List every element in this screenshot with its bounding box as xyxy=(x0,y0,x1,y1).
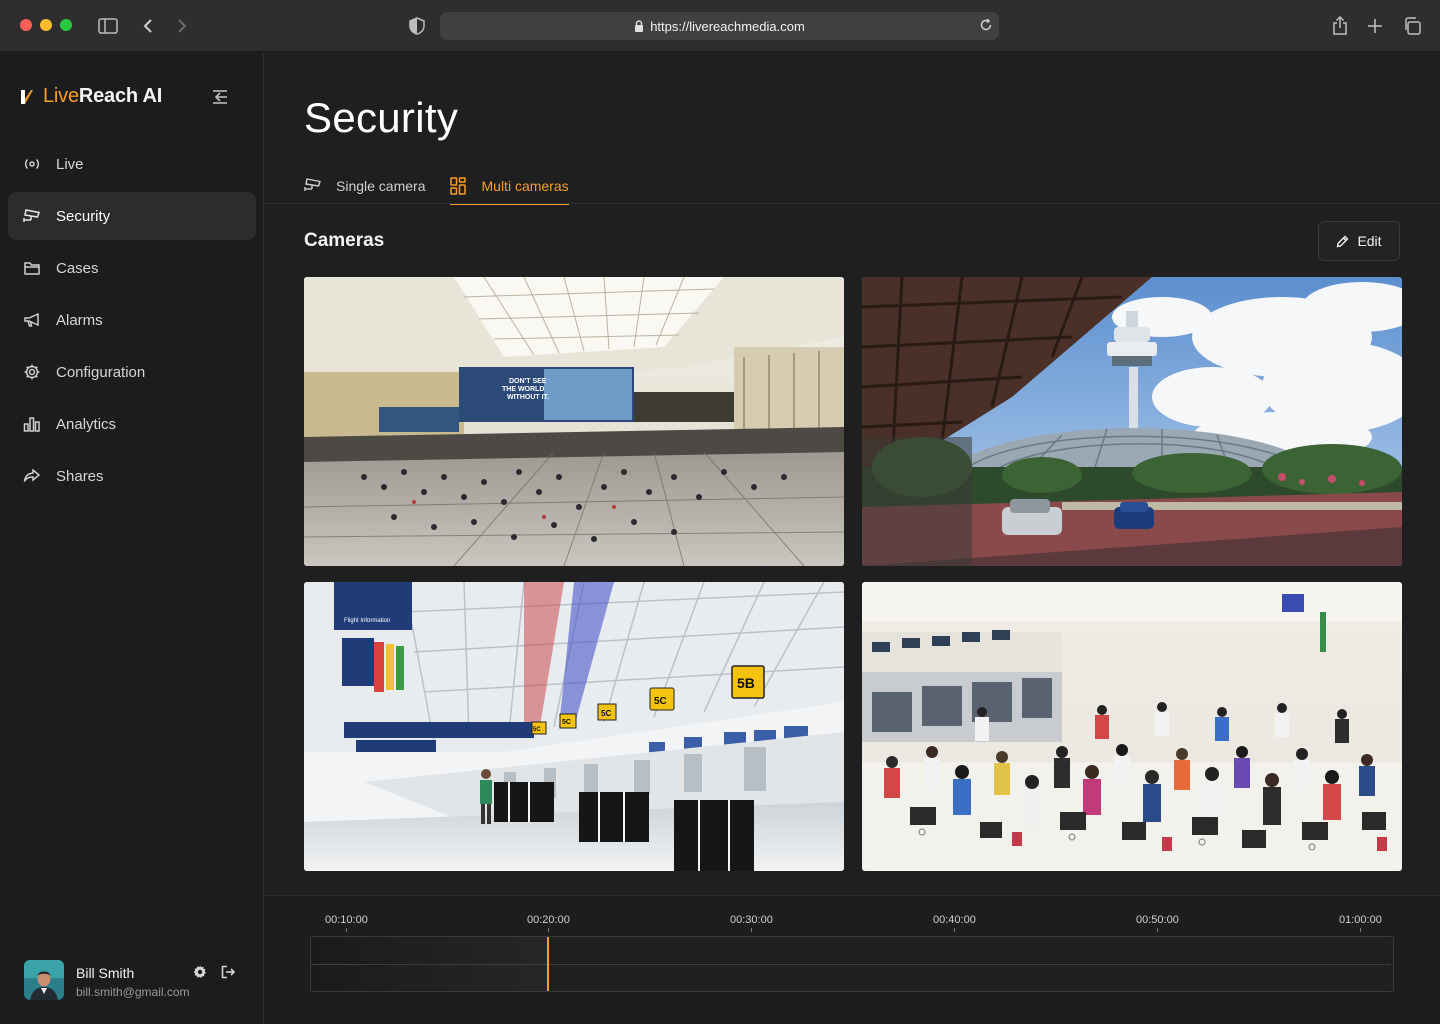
billboard-text-2: THE WORLD xyxy=(502,386,544,393)
avatar[interactable] xyxy=(24,960,64,1000)
tab-label: Single camera xyxy=(336,178,426,194)
user-email: bill.smith@gmail.com xyxy=(76,985,190,999)
gate-sign-5c-4: 5C xyxy=(533,727,541,733)
timeline-tick-label: 00:30:00 xyxy=(730,914,773,926)
timeline-tick-mark xyxy=(1360,928,1361,932)
camera-feed-image xyxy=(862,582,1402,871)
tabs-overview-icon[interactable] xyxy=(1400,14,1424,38)
gate-sign-5b: 5B xyxy=(737,675,755,691)
window-minimize-button[interactable] xyxy=(40,19,52,31)
settings-gear-icon[interactable] xyxy=(192,964,208,980)
timeline-tick-label: 01:00:00 xyxy=(1339,914,1382,926)
timeline-tick-mark xyxy=(751,928,752,932)
folder-icon xyxy=(22,258,42,278)
view-tabs: Single camera Multi cameras xyxy=(304,168,593,205)
user-profile: Bill Smith bill.smith@gmail.com xyxy=(24,960,248,1004)
camera-feed-image: Flight Information 5B 5C 5C 5C 5C xyxy=(304,582,844,871)
timeline-tick-mark xyxy=(346,928,347,932)
sidebar-nav: Live Security Cases Alarms Configuration xyxy=(8,140,256,504)
timeline-baseline xyxy=(311,964,1391,965)
megaphone-icon xyxy=(22,310,42,330)
security-camera-icon xyxy=(304,177,322,195)
billboard-text: DON'T SEE xyxy=(509,378,547,385)
sidebar-item-label: Alarms xyxy=(56,311,103,329)
live-broadcast-icon xyxy=(22,154,42,174)
window-zoom-button[interactable] xyxy=(60,19,72,31)
window-close-button[interactable] xyxy=(20,19,32,31)
timeline-tick-label: 00:20:00 xyxy=(527,914,570,926)
sidebar-item-configuration[interactable]: Configuration xyxy=(8,348,256,396)
brand-logo[interactable]: LiveReach AI xyxy=(20,85,162,108)
gate-sign-5c: 5C xyxy=(654,696,667,707)
timeline-playhead[interactable] xyxy=(547,937,549,991)
lock-icon xyxy=(634,20,644,32)
sidebar-item-label: Analytics xyxy=(56,415,117,433)
reload-icon[interactable] xyxy=(979,18,993,32)
user-name: Bill Smith xyxy=(76,965,135,981)
timeline-tick-label: 00:40:00 xyxy=(933,914,976,926)
collapse-sidebar-icon[interactable] xyxy=(209,86,231,108)
timeline-track[interactable] xyxy=(310,936,1394,992)
timeline-tick-label: 00:10:00 xyxy=(325,914,368,926)
sidebar-item-live[interactable]: Live xyxy=(8,140,256,188)
tab-label: Multi cameras xyxy=(481,178,569,194)
gate-sign-5c-3: 5C xyxy=(562,719,571,726)
logout-icon[interactable] xyxy=(220,964,236,980)
back-icon[interactable] xyxy=(136,14,160,38)
flight-info-sign: Flight Information xyxy=(344,618,390,624)
main-content: Security Single camera Multi cameras Cam… xyxy=(264,52,1440,1024)
sidebar-item-label: Cases xyxy=(56,259,99,277)
sidebar-item-shares[interactable]: Shares xyxy=(8,452,256,500)
sidebar-item-label: Shares xyxy=(56,467,104,485)
camera-feed-3[interactable]: Flight Information 5B 5C 5C 5C 5C xyxy=(304,582,844,871)
tab-single-camera[interactable]: Single camera xyxy=(304,168,426,204)
edit-button[interactable]: Edit xyxy=(1318,221,1400,261)
share-icon[interactable] xyxy=(1328,14,1352,38)
sidebar-item-alarms[interactable]: Alarms xyxy=(8,296,256,344)
forward-icon[interactable] xyxy=(170,14,194,38)
timeline-tick-mark xyxy=(548,928,549,932)
sidebar-item-label: Live xyxy=(56,155,84,173)
sidebar-item-label: Configuration xyxy=(56,363,146,381)
brand-name: LiveReach AI xyxy=(43,85,163,107)
cameras-section-title: Cameras xyxy=(304,230,385,251)
livereach-logo-icon xyxy=(21,89,33,104)
sidebar: LiveReach AI Live Security Cases Alarms … xyxy=(0,52,264,1024)
camera-feed-1[interactable]: DON'T SEE THE WORLD WITHOUT IT. xyxy=(304,277,844,566)
gate-sign-5c-2: 5C xyxy=(601,709,611,718)
timeline-tick-label: 00:50:00 xyxy=(1136,914,1179,926)
gear-icon xyxy=(22,362,42,382)
tab-multi-cameras[interactable]: Multi cameras xyxy=(449,168,569,205)
billboard-text-3: WITHOUT IT. xyxy=(507,394,549,401)
grid-icon xyxy=(449,177,468,195)
camera-feed-2[interactable] xyxy=(862,277,1402,566)
new-tab-icon[interactable] xyxy=(1363,14,1387,38)
timeline-tick-mark xyxy=(1157,928,1158,932)
sidebar-item-security[interactable]: Security xyxy=(8,192,256,240)
sidebar-item-cases[interactable]: Cases xyxy=(8,244,256,292)
sidebar-item-analytics[interactable]: Analytics xyxy=(8,400,256,448)
tabs-divider xyxy=(264,203,1440,204)
camera-feed-4[interactable] xyxy=(862,582,1402,871)
address-bar[interactable]: https://livereachmedia.com xyxy=(440,12,999,40)
timeline: 00:10:00 00:20:00 00:30:00 00:40:00 00:5… xyxy=(264,895,1440,1024)
bar-chart-icon xyxy=(22,414,42,434)
shield-icon[interactable] xyxy=(405,14,429,38)
pencil-icon xyxy=(1336,235,1349,248)
browser-toolbar: https://livereachmedia.com xyxy=(0,0,1440,52)
url-text: https://livereachmedia.com xyxy=(650,18,805,34)
edit-button-label: Edit xyxy=(1357,233,1382,249)
camera-feed-image: DON'T SEE THE WORLD WITHOUT IT. xyxy=(304,277,844,566)
security-camera-icon xyxy=(22,206,42,226)
camera-feed-image xyxy=(862,277,1402,566)
sidebar-toggle-icon[interactable] xyxy=(96,14,120,38)
share-arrow-icon xyxy=(22,466,42,486)
timeline-tick-mark xyxy=(954,928,955,932)
page-title: Security xyxy=(304,94,459,141)
sidebar-item-label: Security xyxy=(56,207,111,225)
